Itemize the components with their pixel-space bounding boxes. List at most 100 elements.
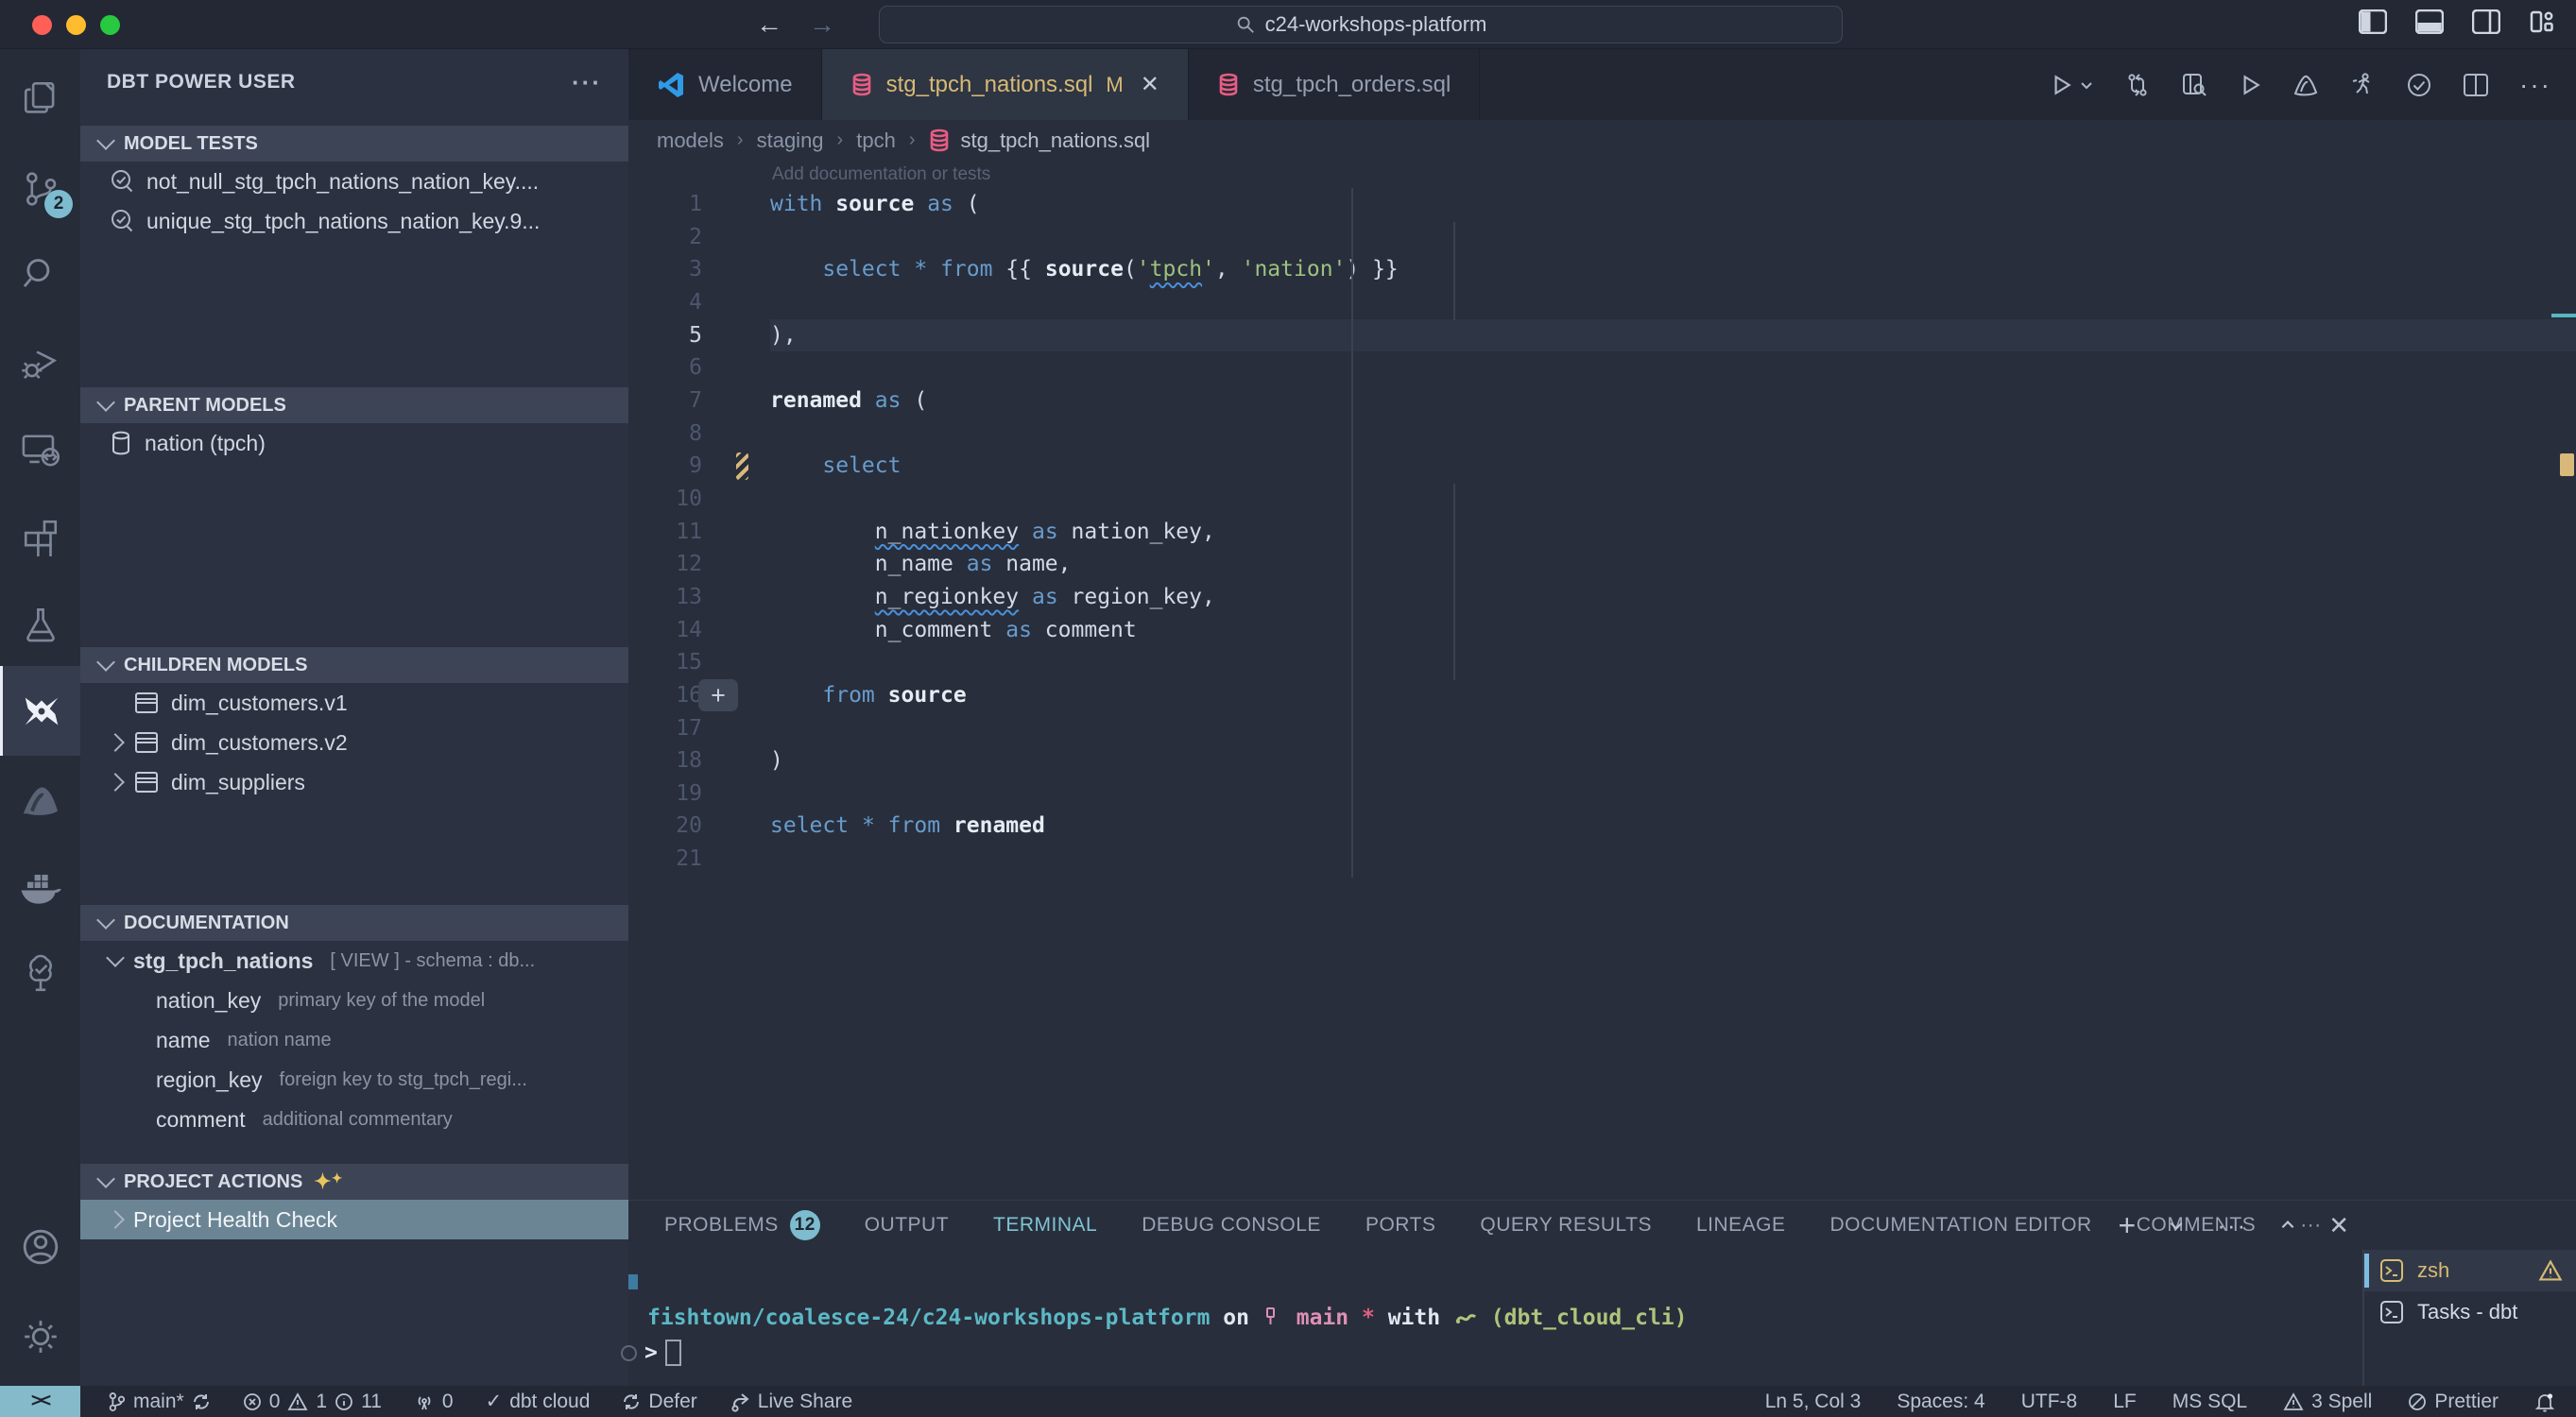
- panel-tab-lineage[interactable]: LINEAGE: [1696, 1214, 1786, 1237]
- preview-query-icon[interactable]: [2181, 72, 2207, 98]
- editor-tab-welcome[interactable]: Welcome: [628, 49, 822, 120]
- activity-docker[interactable]: [0, 847, 80, 929]
- split-editor-icon[interactable]: [2463, 73, 2489, 97]
- editor-more-actions-icon[interactable]: ···: [2519, 70, 2551, 100]
- status-eol[interactable]: LF: [2100, 1391, 2150, 1413]
- command-center-search[interactable]: c24-workshops-platform: [879, 6, 1843, 43]
- activity-source-control[interactable]: 2: [0, 148, 80, 230]
- code-line-17[interactable]: 17: [628, 712, 2576, 745]
- activity-remote-explorer[interactable]: [0, 409, 80, 490]
- status-prettier[interactable]: Prettier: [2395, 1391, 2512, 1413]
- section-header[interactable]: CHILDREN MODELS: [80, 647, 628, 683]
- new-terminal-icon[interactable]: +: [2119, 1208, 2137, 1243]
- sidebar-item[interactable]: dim_customers.v2: [80, 723, 628, 762]
- history-back-icon[interactable]: ←: [756, 9, 782, 40]
- sidebar-item[interactable]: nation_keyprimary key of the model: [80, 981, 628, 1020]
- activity-settings-gear[interactable]: [0, 1296, 80, 1377]
- status-cursor-position[interactable]: Ln 5, Col 3: [1752, 1391, 1875, 1413]
- activity-search[interactable]: [0, 233, 80, 315]
- activity-dbt-power-user[interactable]: [0, 666, 80, 756]
- code-line-9[interactable]: 9 select: [628, 450, 2576, 483]
- validate-check-icon[interactable]: [2406, 72, 2432, 98]
- section-header[interactable]: PROJECT ACTIONS✦✦: [80, 1164, 628, 1200]
- code-line-20[interactable]: 20select * from renamed: [628, 810, 2576, 843]
- activity-a-extension[interactable]: [0, 760, 80, 841]
- run-tests-icon[interactable]: [2349, 72, 2376, 98]
- status-spell-checker[interactable]: 3 Spell: [2270, 1391, 2385, 1413]
- section-header[interactable]: DOCUMENTATION: [80, 905, 628, 941]
- close-window-button[interactable]: [32, 15, 52, 35]
- breadcrumb-item[interactable]: tpch: [856, 128, 896, 153]
- terminal-output[interactable]: fishtown/coalesce-24/c24-workshops-platf…: [647, 1305, 1688, 1366]
- terminal-list-item-zsh[interactable]: zsh: [2364, 1250, 2576, 1291]
- altimate-icon[interactable]: [2293, 73, 2319, 97]
- status-live-share[interactable]: Live Share: [716, 1391, 866, 1413]
- sidebar-item[interactable]: region_keyforeign key to stg_tpch_regi..…: [80, 1060, 628, 1100]
- code-line-10[interactable]: 10: [628, 483, 2576, 516]
- sidebar-item[interactable]: namenation name: [80, 1020, 628, 1060]
- panel-scrollbar-mark[interactable]: [628, 1274, 638, 1289]
- toggle-panel-icon[interactable]: [2415, 9, 2444, 34]
- sidebar-item[interactable]: nation (tpch): [80, 423, 628, 463]
- editor-tab-stg-tpch-nations-sql[interactable]: stg_tpch_nations.sqlM✕: [822, 49, 1189, 120]
- code-line-19[interactable]: 19: [628, 777, 2576, 811]
- close-tab-icon[interactable]: ✕: [1141, 71, 1159, 98]
- sidebar-item[interactable]: dim_customers.v1: [80, 683, 628, 723]
- activity-explorer[interactable]: [0, 58, 80, 139]
- code-line-11[interactable]: 11 n_nationkey as nation_key,: [628, 516, 2576, 549]
- panel-tab-debug-console[interactable]: DEBUG CONSOLE: [1142, 1214, 1321, 1237]
- code-line-12[interactable]: 12 n_name as name,: [628, 548, 2576, 581]
- status-branch[interactable]: main*: [94, 1391, 224, 1413]
- sidebar-more-icon[interactable]: ···: [572, 68, 602, 97]
- code-line-6[interactable]: 6: [628, 351, 2576, 384]
- panel-tab-terminal[interactable]: TERMINAL: [993, 1214, 1097, 1237]
- code-line-16[interactable]: 16+ from source: [628, 679, 2576, 712]
- sidebar-item[interactable]: stg_tpch_nations[ VIEW ] - schema : db..…: [80, 941, 628, 981]
- activity-run-debug[interactable]: [0, 321, 80, 402]
- codelens-action[interactable]: Add documentation or tests: [628, 161, 2576, 188]
- editor-tab-stg-tpch-orders-sql[interactable]: stg_tpch_orders.sql: [1189, 49, 1480, 120]
- breadcrumb-item[interactable]: stg_tpch_nations.sql: [928, 128, 1150, 154]
- activity-extensions[interactable]: [0, 496, 80, 577]
- maximize-panel-icon[interactable]: [2279, 1217, 2296, 1234]
- status-defer[interactable]: Defer: [609, 1391, 710, 1413]
- code-line-14[interactable]: 14 n_comment as comment: [628, 614, 2576, 647]
- toggle-primary-sidebar-icon[interactable]: [2359, 9, 2387, 34]
- activity-accounts[interactable]: [0, 1206, 80, 1288]
- sidebar-item[interactable]: commentadditional commentary: [80, 1100, 628, 1139]
- maximize-window-button[interactable]: [100, 15, 120, 35]
- history-forward-icon[interactable]: →: [809, 9, 835, 40]
- toggle-secondary-sidebar-icon[interactable]: [2472, 9, 2500, 34]
- code-line-2[interactable]: 2: [628, 221, 2576, 254]
- sidebar-item[interactable]: unique_stg_tpch_nations_nation_key.9...: [80, 201, 628, 241]
- status-ports[interactable]: 0: [401, 1391, 467, 1413]
- breadcrumb-item[interactable]: models: [657, 128, 724, 153]
- status-problems[interactable]: 0 1 11: [230, 1391, 395, 1413]
- sidebar-item[interactable]: not_null_stg_tpch_nations_nation_key....: [80, 162, 628, 201]
- sidebar-item[interactable]: dim_suppliers: [80, 762, 628, 802]
- status-language-mode[interactable]: MS SQL: [2159, 1391, 2260, 1413]
- code-line-5[interactable]: 5),: [628, 319, 2576, 352]
- code-line-4[interactable]: 4: [628, 286, 2576, 319]
- lineage-icon[interactable]: [2124, 72, 2151, 98]
- code-line-18[interactable]: 18): [628, 744, 2576, 777]
- window-controls[interactable]: [32, 15, 120, 35]
- customize-layout-icon[interactable]: [2529, 9, 2555, 34]
- code-line-21[interactable]: 21: [628, 843, 2576, 876]
- notifications-bell[interactable]: [2521, 1391, 2568, 1412]
- panel-tab-documentation-editor[interactable]: DOCUMENTATION EDITOR: [1830, 1214, 2092, 1237]
- sidebar-item[interactable]: Project Health Check: [80, 1200, 628, 1239]
- terminal-list-item-tasks-dbt[interactable]: Tasks - dbt: [2364, 1291, 2576, 1333]
- code-line-15[interactable]: 15: [628, 646, 2576, 679]
- code-line-1[interactable]: 1with source as (: [628, 188, 2576, 221]
- run-dbt-model-button[interactable]: [2049, 73, 2094, 97]
- minimize-window-button[interactable]: [66, 15, 86, 35]
- code-editor[interactable]: Add documentation or tests 1with source …: [628, 161, 2576, 1200]
- breadcrumb-item[interactable]: staging: [757, 128, 824, 153]
- code-line-7[interactable]: 7renamed as (: [628, 384, 2576, 418]
- section-header[interactable]: MODEL TESTS: [80, 126, 628, 162]
- panel-tab-output[interactable]: OUTPUT: [865, 1214, 949, 1237]
- panel-tab-query-results[interactable]: QUERY RESULTS: [1480, 1214, 1652, 1237]
- status-encoding[interactable]: UTF-8: [2008, 1391, 2091, 1413]
- gutter-add-button[interactable]: +: [698, 679, 738, 711]
